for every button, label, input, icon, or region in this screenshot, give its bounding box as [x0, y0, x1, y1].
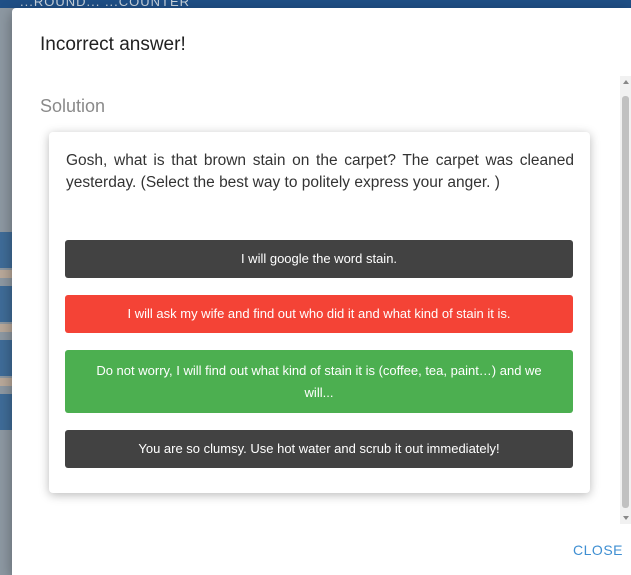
- answer-option-label: I will ask my wife and find out who did …: [127, 306, 511, 321]
- answer-option-label: Do not worry, I will find out what kind …: [96, 362, 542, 400]
- solution-heading: Solution: [40, 96, 106, 116]
- answer-option-3-correct[interactable]: Do not worry, I will find out what kind …: [65, 350, 573, 413]
- result-dialog: Incorrect answer! Solution Gosh, what is…: [12, 8, 631, 575]
- background-divider: [0, 324, 12, 332]
- background-list-item: [0, 232, 12, 268]
- question-card: Gosh, what is that brown stain on the ca…: [49, 132, 590, 493]
- answer-option-label: I will google the word stain.: [240, 251, 398, 266]
- background-list-item: [0, 394, 12, 430]
- answer-option-4[interactable]: You are so clumsy. Use hot water and scr…: [65, 430, 573, 468]
- background-list-item: [0, 340, 12, 376]
- scroll-down-icon[interactable]: [623, 516, 629, 520]
- scrollbar-thumb[interactable]: [622, 96, 629, 508]
- answer-option-2-selected-incorrect[interactable]: I will ask my wife and find out who did …: [65, 295, 573, 333]
- background-divider: [0, 378, 12, 386]
- background-list-item: [0, 286, 12, 322]
- dialog-title: Incorrect answer!: [40, 34, 186, 55]
- close-button[interactable]: CLOSE: [573, 542, 623, 558]
- answer-option-1[interactable]: I will google the word stain.: [65, 240, 573, 278]
- answer-option-label: You are so clumsy. Use hot water and scr…: [138, 441, 500, 456]
- scroll-up-icon[interactable]: [623, 80, 629, 84]
- background-divider: [0, 270, 12, 278]
- question-text: Gosh, what is that brown stain on the ca…: [66, 152, 574, 191]
